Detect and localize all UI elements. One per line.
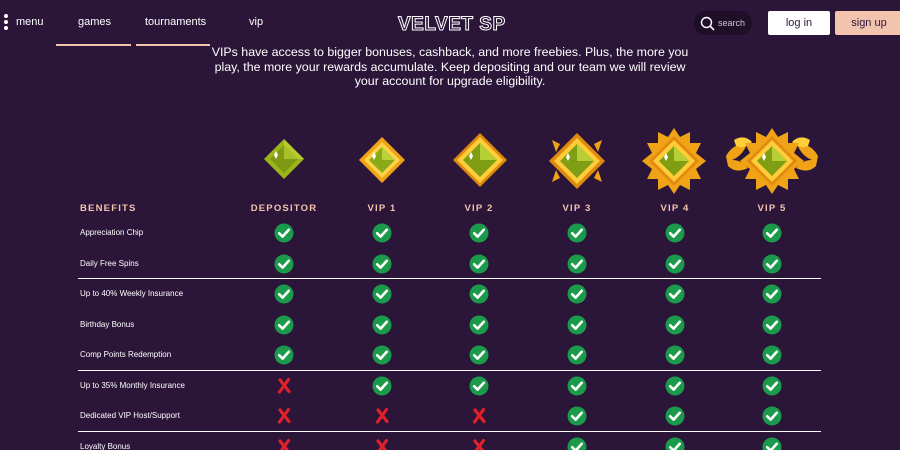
benefit-label: Dedicated VIP Host/Support xyxy=(80,411,180,420)
check-circle-icon xyxy=(469,376,489,396)
check-circle-icon xyxy=(372,315,392,335)
check-circle-icon xyxy=(372,223,392,243)
check-circle-icon xyxy=(762,223,782,243)
benefits-header: BENEFITS xyxy=(80,203,137,214)
table-divider xyxy=(78,431,821,432)
check-circle-icon xyxy=(274,315,294,335)
check-circle-icon xyxy=(665,406,685,426)
benefit-label: Appreciation Chip xyxy=(80,228,144,237)
check-circle-icon xyxy=(274,223,294,243)
check-circle-icon xyxy=(469,254,489,274)
red-x-icon xyxy=(278,438,291,450)
check-circle-icon xyxy=(762,345,782,365)
benefit-label: Up to 40% Weekly Insurance xyxy=(80,289,184,298)
check-circle-icon xyxy=(469,315,489,335)
tier-header-vip4: VIP 4 xyxy=(660,203,690,214)
check-circle-icon xyxy=(372,376,392,396)
check-circle-icon xyxy=(567,437,587,450)
logo-text: VELVET SPIN xyxy=(398,14,506,35)
check-circle-icon xyxy=(762,315,782,335)
check-circle-icon xyxy=(762,376,782,396)
check-circle-icon xyxy=(372,254,392,274)
check-circle-icon xyxy=(665,376,685,396)
vip4-gem-icon xyxy=(642,128,706,194)
red-x-icon xyxy=(277,407,291,424)
menu-button[interactable]: menu xyxy=(0,10,44,34)
check-circle-icon xyxy=(274,254,294,274)
check-circle-icon xyxy=(274,345,294,365)
login-button[interactable]: log in xyxy=(768,11,830,35)
check-circle-icon xyxy=(762,254,782,274)
intro-line-2: play, the more your rewards accumulate. … xyxy=(214,59,686,74)
tier-header-vip3: VIP 3 xyxy=(562,203,592,214)
table-divider xyxy=(78,370,821,371)
red-x-icon xyxy=(473,438,486,450)
check-circle-icon xyxy=(762,437,782,450)
check-circle-icon xyxy=(567,223,587,243)
check-circle-icon xyxy=(762,284,782,304)
check-circle-icon xyxy=(665,315,685,335)
check-circle-icon xyxy=(372,284,392,304)
check-circle-icon xyxy=(665,254,685,274)
tier-header-depositor: DEPOSITOR xyxy=(250,203,318,214)
benefit-label: Up to 35% Monthly Insurance xyxy=(80,381,185,390)
check-circle-icon xyxy=(567,406,587,426)
vip3-gem-icon xyxy=(549,133,605,189)
check-circle-icon xyxy=(469,284,489,304)
nav-games[interactable]: games xyxy=(78,16,111,28)
depositor-gem-icon xyxy=(264,139,304,179)
check-circle-icon xyxy=(274,284,294,304)
red-x-icon xyxy=(375,407,389,424)
nav-games-underline xyxy=(56,44,131,46)
signup-button[interactable]: sign up xyxy=(835,11,900,35)
tier-header-vip2: VIP 2 xyxy=(464,203,494,214)
tier-header-vip5: VIP 5 xyxy=(757,203,787,214)
red-x-icon xyxy=(472,407,486,424)
check-circle-icon xyxy=(567,254,587,274)
intro-line-1: VIPs have access to bigger bonuses, cash… xyxy=(211,45,689,59)
site-header: menu games tournaments vip VELVET SPIN s… xyxy=(0,0,900,46)
vip1-gem-icon xyxy=(359,137,405,183)
red-x-icon xyxy=(376,438,389,450)
check-circle-icon xyxy=(665,223,685,243)
nav-vip[interactable]: vip xyxy=(249,16,263,28)
benefit-label: Daily Free Spins xyxy=(80,259,139,268)
intro-line-3: your account for upgrade eligibility. xyxy=(354,74,546,88)
search-icon xyxy=(700,16,715,31)
check-circle-icon xyxy=(567,315,587,335)
kebab-menu-icon xyxy=(2,12,10,32)
search-button[interactable]: search xyxy=(694,11,752,35)
tier-header-vip1: VIP 1 xyxy=(367,203,397,214)
vip2-gem-icon xyxy=(453,133,507,187)
check-circle-icon xyxy=(665,437,685,450)
red-x-icon xyxy=(277,377,291,394)
table-divider xyxy=(78,278,821,279)
check-circle-icon xyxy=(567,284,587,304)
check-circle-icon xyxy=(469,223,489,243)
benefit-label: Birthday Bonus xyxy=(80,320,135,329)
check-circle-icon xyxy=(665,284,685,304)
vip5-gem-icon xyxy=(726,128,818,194)
check-circle-icon xyxy=(567,345,587,365)
check-circle-icon xyxy=(567,376,587,396)
benefit-label: Loyalty Bonus xyxy=(80,442,131,450)
check-circle-icon xyxy=(762,406,782,426)
benefit-label: Comp Points Redemption xyxy=(80,350,172,359)
menu-label: menu xyxy=(16,16,44,28)
nav-tournaments[interactable]: tournaments xyxy=(145,16,206,28)
velvet-spin-logo[interactable]: VELVET SPIN xyxy=(396,8,507,38)
check-circle-icon xyxy=(469,345,489,365)
check-circle-icon xyxy=(665,345,685,365)
check-circle-icon xyxy=(372,345,392,365)
search-label: search xyxy=(718,18,746,28)
vip-intro-text: VIPs have access to bigger bonuses, cash… xyxy=(195,45,705,89)
